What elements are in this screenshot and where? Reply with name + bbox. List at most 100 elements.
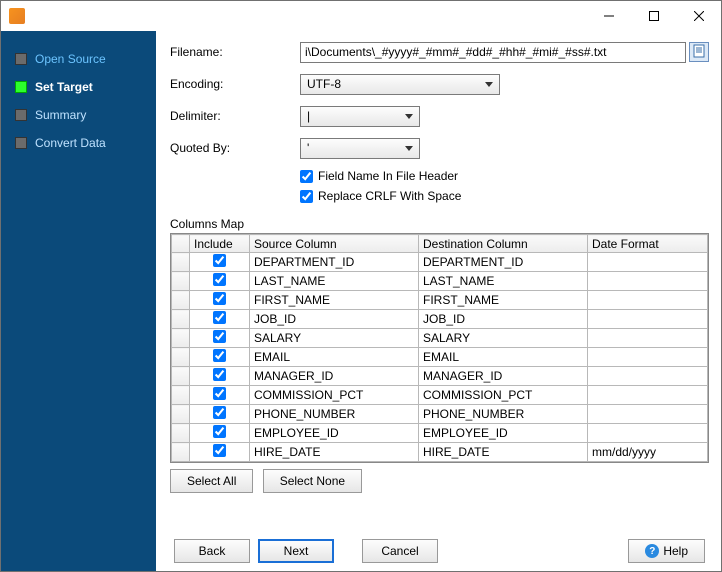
table-row[interactable]: FIRST_NAMEFIRST_NAME: [172, 291, 708, 310]
table-row[interactable]: COMMISSION_PCTCOMMISSION_PCT: [172, 386, 708, 405]
include-checkbox[interactable]: [213, 254, 226, 267]
close-button[interactable]: [676, 1, 721, 31]
browse-button[interactable]: [689, 42, 709, 62]
col-include[interactable]: Include: [190, 235, 250, 253]
date-format-cell[interactable]: [588, 310, 708, 329]
row-header[interactable]: [172, 291, 190, 310]
include-checkbox[interactable]: [213, 425, 226, 438]
destination-column-cell[interactable]: JOB_ID: [419, 310, 588, 329]
col-source[interactable]: Source Column: [250, 235, 419, 253]
destination-column-cell[interactable]: EMPLOYEE_ID: [419, 424, 588, 443]
encoding-select[interactable]: UTF-8: [300, 74, 500, 95]
columns-map-label: Columns Map: [170, 217, 709, 231]
row-header[interactable]: [172, 329, 190, 348]
date-format-cell[interactable]: [588, 405, 708, 424]
source-column-cell[interactable]: FIRST_NAME: [250, 291, 419, 310]
quoted-by-select[interactable]: ': [300, 138, 420, 159]
table-row[interactable]: HIRE_DATEHIRE_DATEmm/dd/yyyy: [172, 443, 708, 462]
date-format-cell[interactable]: [588, 386, 708, 405]
date-format-cell[interactable]: [588, 367, 708, 386]
table-row[interactable]: MANAGER_IDMANAGER_ID: [172, 367, 708, 386]
date-format-cell[interactable]: [588, 348, 708, 367]
row-header[interactable]: [172, 424, 190, 443]
include-checkbox[interactable]: [213, 330, 226, 343]
include-checkbox[interactable]: [213, 444, 226, 457]
maximize-button[interactable]: [631, 1, 676, 31]
destination-column-cell[interactable]: COMMISSION_PCT: [419, 386, 588, 405]
row-header[interactable]: [172, 310, 190, 329]
source-column-cell[interactable]: JOB_ID: [250, 310, 419, 329]
row-header[interactable]: [172, 272, 190, 291]
include-checkbox[interactable]: [213, 406, 226, 419]
date-format-cell[interactable]: [588, 272, 708, 291]
step-summary[interactable]: Summary: [1, 101, 156, 129]
replace-crlf-checkbox[interactable]: [300, 190, 313, 203]
app-icon: [9, 8, 25, 24]
include-checkbox[interactable]: [213, 273, 226, 286]
include-checkbox[interactable]: [213, 311, 226, 324]
source-column-cell[interactable]: EMPLOYEE_ID: [250, 424, 419, 443]
destination-column-cell[interactable]: MANAGER_ID: [419, 367, 588, 386]
row-header[interactable]: [172, 443, 190, 462]
destination-column-cell[interactable]: FIRST_NAME: [419, 291, 588, 310]
destination-column-cell[interactable]: PHONE_NUMBER: [419, 405, 588, 424]
col-dest[interactable]: Destination Column: [419, 235, 588, 253]
include-checkbox[interactable]: [213, 292, 226, 305]
help-button[interactable]: ? Help: [628, 539, 705, 563]
delimiter-select[interactable]: |: [300, 106, 420, 127]
destination-column-cell[interactable]: SALARY: [419, 329, 588, 348]
source-column-cell[interactable]: LAST_NAME: [250, 272, 419, 291]
table-row[interactable]: EMPLOYEE_IDEMPLOYEE_ID: [172, 424, 708, 443]
row-header[interactable]: [172, 253, 190, 272]
table-row[interactable]: DEPARTMENT_IDDEPARTMENT_ID: [172, 253, 708, 272]
destination-column-cell[interactable]: DEPARTMENT_ID: [419, 253, 588, 272]
select-all-button[interactable]: Select All: [170, 469, 253, 493]
destination-column-cell[interactable]: HIRE_DATE: [419, 443, 588, 462]
row-header[interactable]: [172, 348, 190, 367]
field-name-header-label: Field Name In File Header: [318, 169, 458, 183]
table-row[interactable]: LAST_NAMELAST_NAME: [172, 272, 708, 291]
date-format-cell[interactable]: [588, 291, 708, 310]
date-format-cell[interactable]: [588, 424, 708, 443]
minimize-button[interactable]: [586, 1, 631, 31]
destination-column-cell[interactable]: EMAIL: [419, 348, 588, 367]
delimiter-label: Delimiter:: [170, 109, 300, 123]
select-none-button[interactable]: Select None: [263, 469, 362, 493]
source-column-cell[interactable]: MANAGER_ID: [250, 367, 419, 386]
wizard-sidebar: Open Source Set Target Summary Convert D…: [1, 31, 156, 571]
destination-column-cell[interactable]: LAST_NAME: [419, 272, 588, 291]
date-format-cell[interactable]: mm/dd/yyyy: [588, 443, 708, 462]
step-set-target[interactable]: Set Target: [1, 73, 156, 101]
table-row[interactable]: SALARYSALARY: [172, 329, 708, 348]
columns-map-table: Include Source Column Destination Column…: [170, 233, 709, 463]
date-format-cell[interactable]: [588, 253, 708, 272]
date-format-cell[interactable]: [588, 329, 708, 348]
step-open-source[interactable]: Open Source: [1, 45, 156, 73]
source-column-cell[interactable]: EMAIL: [250, 348, 419, 367]
source-column-cell[interactable]: SALARY: [250, 329, 419, 348]
filename-input[interactable]: [300, 42, 686, 63]
table-row[interactable]: PHONE_NUMBERPHONE_NUMBER: [172, 405, 708, 424]
row-header[interactable]: [172, 386, 190, 405]
include-checkbox[interactable]: [213, 368, 226, 381]
row-header[interactable]: [172, 367, 190, 386]
cancel-button[interactable]: Cancel: [362, 539, 438, 563]
step-convert-data[interactable]: Convert Data: [1, 129, 156, 157]
row-header[interactable]: [172, 405, 190, 424]
footer-bar: Back Next Cancel ? Help: [170, 531, 709, 563]
col-datefmt[interactable]: Date Format: [588, 235, 708, 253]
table-row[interactable]: EMAILEMAIL: [172, 348, 708, 367]
table-row[interactable]: JOB_IDJOB_ID: [172, 310, 708, 329]
include-checkbox[interactable]: [213, 349, 226, 362]
quoted-by-label: Quoted By:: [170, 141, 300, 155]
source-column-cell[interactable]: PHONE_NUMBER: [250, 405, 419, 424]
back-button[interactable]: Back: [174, 539, 250, 563]
main-panel: Filename: Encoding: UTF-8 Delimiter: | Q…: [156, 31, 721, 571]
include-checkbox[interactable]: [213, 387, 226, 400]
field-name-header-checkbox[interactable]: [300, 170, 313, 183]
source-column-cell[interactable]: HIRE_DATE: [250, 443, 419, 462]
next-button[interactable]: Next: [258, 539, 334, 563]
source-column-cell[interactable]: DEPARTMENT_ID: [250, 253, 419, 272]
source-column-cell[interactable]: COMMISSION_PCT: [250, 386, 419, 405]
filename-label: Filename:: [170, 45, 300, 59]
